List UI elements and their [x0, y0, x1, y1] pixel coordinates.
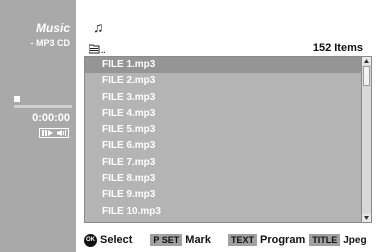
help-select: OK Select [84, 233, 133, 247]
file-list-item[interactable]: FILE 2.mp3 [85, 73, 362, 89]
file-list-item[interactable]: FILE 5.mp3 [85, 122, 362, 138]
playback-progress-bar [14, 105, 72, 108]
help-jpeg-label: Jpeg [343, 234, 367, 246]
file-list-item[interactable]: FILE 4.mp3 [85, 106, 362, 122]
button-help-bar: OK Select P SET Mark TEXT Program TITLE … [84, 231, 383, 249]
help-jpeg: TITLE Jpeg [309, 234, 367, 246]
left-info-panel: Music - MP3 CD 0:00:00 [0, 0, 76, 252]
file-list-item[interactable]: FILE 6.mp3 [85, 138, 362, 154]
set-key-badge: P SET [150, 234, 183, 246]
ok-button-icon: OK [84, 233, 97, 247]
list-scrollbar[interactable] [361, 57, 371, 222]
help-mark-label: Mark [185, 234, 211, 246]
music-browser-screen: Music - MP3 CD 0:00:00 ♫ .. 152 Items FI… [0, 0, 383, 252]
file-rows: FILE 1.mp3 FILE 2.mp3 FILE 3.mp3 FILE 4.mp3… [85, 57, 362, 220]
file-list-item[interactable]: FILE 7.mp3 [85, 155, 362, 171]
file-list-item[interactable]: FILE 1.mp3 [85, 57, 362, 74]
scroll-down-button[interactable] [362, 214, 371, 222]
file-browser: ♫ .. 152 Items FILE 1.mp3 FILE 2.mp3 FILE … [76, 0, 383, 252]
stop-indicator-icon [14, 96, 20, 102]
help-mark: P SET Mark [150, 234, 211, 246]
help-program-label: Program [259, 234, 306, 246]
file-list-item[interactable]: FILE 10.mp3 [85, 204, 362, 220]
file-list-item[interactable]: FILE 3.mp3 [85, 90, 362, 106]
item-count: 152 Items [312, 42, 363, 54]
folder-up-icon[interactable]: .. [88, 42, 109, 55]
help-select-label: Select [100, 234, 133, 246]
music-note-icon: ♫ [93, 19, 104, 35]
parent-folder-label: .. [101, 46, 105, 55]
text-key-badge: TEXT [227, 234, 257, 246]
panel-subtitle: - MP3 CD [30, 38, 70, 48]
speaker-icon [57, 130, 66, 136]
step-forward-icon [42, 130, 53, 136]
elapsed-time: 0:00:00 [32, 112, 70, 124]
help-program: TEXT Program [227, 234, 306, 246]
panel-title: Music [35, 21, 70, 35]
scroll-thumb[interactable] [363, 66, 370, 86]
file-list-item[interactable]: FILE 8.mp3 [85, 171, 362, 187]
transport-controls [39, 128, 69, 138]
scroll-up-button[interactable] [362, 57, 371, 65]
file-list-item[interactable]: FILE 9.mp3 [85, 187, 362, 203]
arrow-down-icon [364, 216, 369, 220]
title-key-badge: TITLE [309, 234, 341, 246]
arrow-up-icon [364, 59, 369, 63]
file-list[interactable]: FILE 1.mp3 FILE 2.mp3 FILE 3.mp3 FILE 4.mp3… [84, 56, 372, 223]
